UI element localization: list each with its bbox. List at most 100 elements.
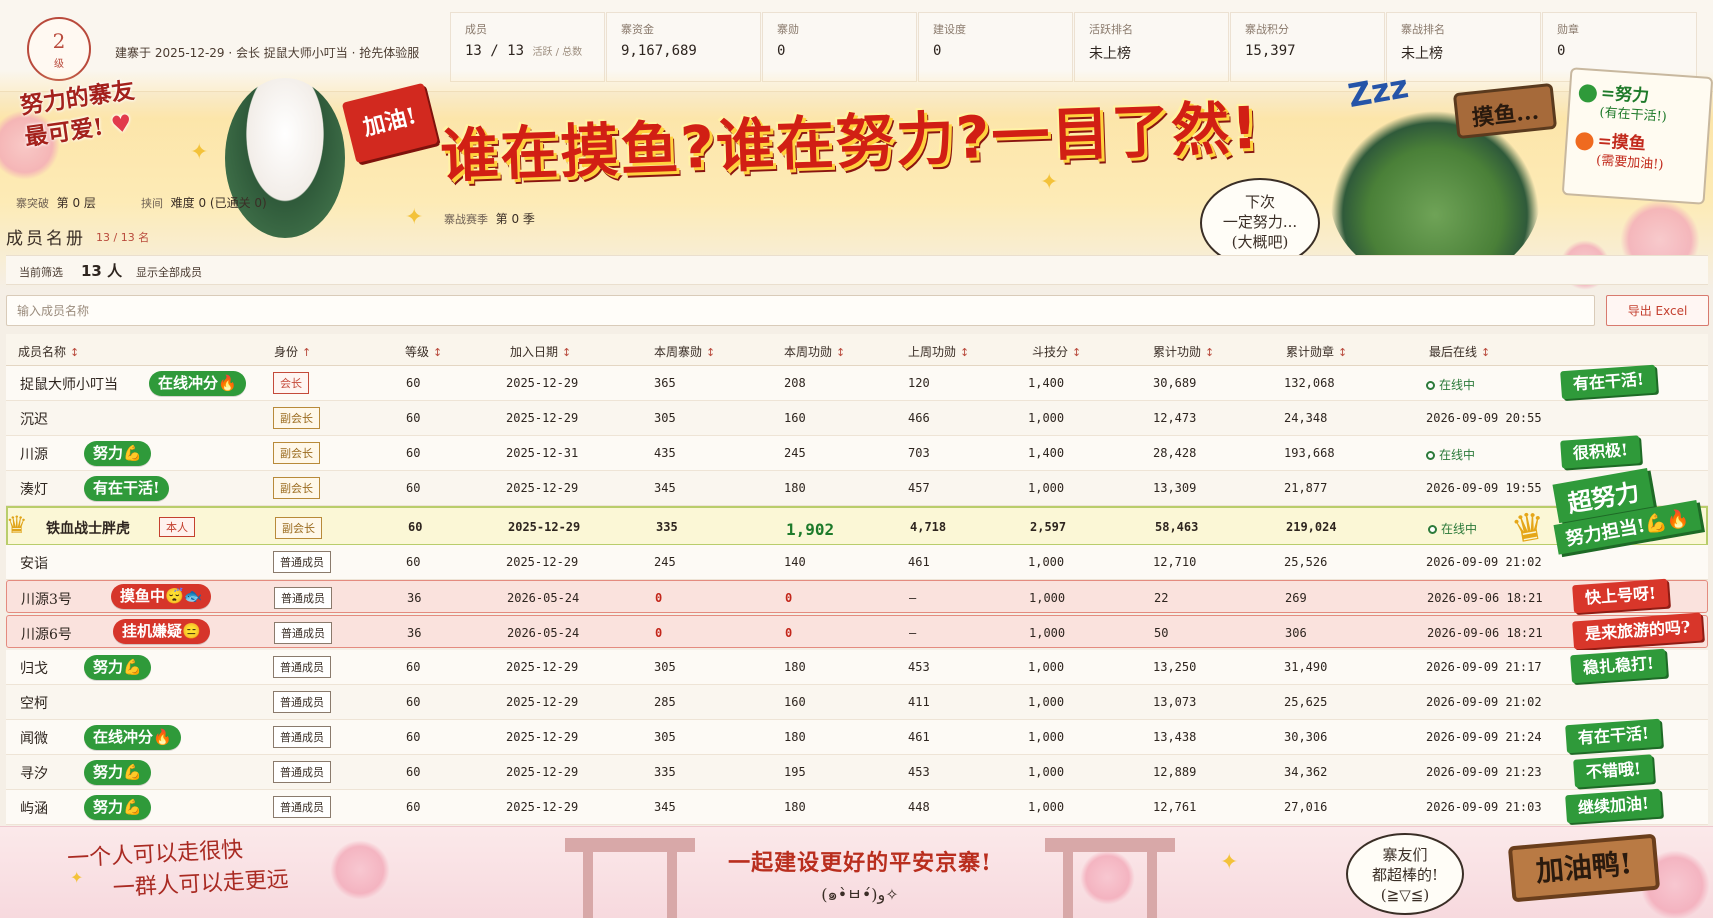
column-header-total-merit[interactable]: 累计功勋 ↕ bbox=[1153, 343, 1214, 360]
table-row[interactable]: 闻微 在线冲分🔥 普通成员 60 2025-12-29 305 180 461 … bbox=[6, 718, 1708, 755]
column-header-role[interactable]: 身份 ↑ bbox=[274, 343, 311, 360]
last-week-merit: 411 bbox=[908, 695, 930, 709]
week-honor: 285 bbox=[654, 695, 676, 709]
export-excel-button[interactable]: 导出 Excel bbox=[1606, 295, 1709, 326]
role-badge: 普通成员 bbox=[273, 656, 331, 678]
comment-sticker: 快上号呀! bbox=[1572, 578, 1669, 614]
last-week-merit: 457 bbox=[908, 481, 930, 495]
show-all-members-link[interactable]: 显示全部成员 bbox=[136, 264, 202, 280]
member-table: 成员名称 ↕ 身份 ↑ 等级 ↕ 加入日期 ↕ 本周寨勋 ↕ 本周功勋 ↕ 上周功勋 ↕ 斗技… bbox=[6, 334, 1708, 825]
column-header-week-honor[interactable]: 本周寨勋 ↕ bbox=[654, 343, 715, 360]
stat-value: 未上榜 bbox=[1401, 46, 1443, 62]
table-row[interactable]: 沉迟 副会长 60 2025-12-29 305 160 466 1,000 1… bbox=[6, 401, 1708, 436]
total-merit: 12,889 bbox=[1153, 765, 1197, 779]
total-medals: 27,016 bbox=[1284, 800, 1328, 814]
table-row[interactable]: 捉鼠大师小叮当 在线冲分🔥 会长 60 2025-12-29 365 208 1… bbox=[6, 364, 1708, 401]
table-row[interactable]: 川源 努力💪 副会长 60 2025-12-31 435 245 703 1,4… bbox=[6, 435, 1708, 471]
stat-label: 寨战积分 bbox=[1245, 23, 1289, 36]
member-name: 安诣 bbox=[20, 556, 48, 572]
member-level: 60 bbox=[406, 411, 421, 425]
challenge-info: 挟间 难度 0 (已通关 0) bbox=[141, 194, 267, 211]
column-header-total-medals[interactable]: 累计勋章 ↕ bbox=[1286, 343, 1347, 360]
stat-value: 15,397 bbox=[1245, 43, 1296, 59]
table-row[interactable]: 屿涵 努力💪 普通成员 60 2025-12-29 345 180 448 1,… bbox=[6, 788, 1708, 825]
status-tag: 在线冲分🔥 bbox=[149, 371, 246, 396]
member-level: 60 bbox=[406, 730, 421, 744]
last-week-merit: 703 bbox=[908, 446, 930, 460]
column-header-join-date[interactable]: 加入日期 ↕ bbox=[510, 343, 571, 360]
total-medals: 25,526 bbox=[1284, 555, 1328, 569]
sakura-decoration bbox=[330, 840, 390, 900]
sparkle-icon: ✦ bbox=[70, 868, 84, 887]
online-status: 在线中 bbox=[1428, 520, 1477, 537]
season-label: 寨战赛季 bbox=[444, 213, 488, 226]
week-honor: 345 bbox=[654, 800, 676, 814]
duel-score: 1,000 bbox=[1028, 411, 1065, 425]
column-header-last-online[interactable]: 最后在线 ↕ bbox=[1429, 343, 1490, 360]
total-medals: 31,490 bbox=[1284, 660, 1328, 674]
role-badge: 普通成员 bbox=[273, 551, 331, 573]
table-row-slacking[interactable]: 川源6号 挂机嫌疑😑 普通成员 36 2026-05-24 0 0 — 1,00… bbox=[6, 612, 1708, 650]
online-dot-icon bbox=[1428, 525, 1437, 534]
table-row[interactable]: 归戈 努力💪 普通成员 60 2025-12-29 305 180 453 1,… bbox=[6, 648, 1708, 685]
sort-icon: ↕ bbox=[433, 346, 443, 359]
role-badge: 普通成员 bbox=[273, 691, 331, 713]
sparkle-icon: ✦ bbox=[1220, 850, 1239, 875]
status-tag: 在线冲分🔥 bbox=[84, 725, 181, 750]
week-merit: 180 bbox=[784, 800, 806, 814]
legend-green: =努力 (有在干活!) bbox=[1577, 82, 1702, 130]
table-row[interactable]: 寻汐 努力💪 普通成员 60 2025-12-29 335 195 453 1,… bbox=[6, 754, 1708, 790]
member-search-input[interactable] bbox=[6, 295, 1595, 326]
torii-gate-icon bbox=[565, 838, 695, 918]
crown-icon: ♛ bbox=[6, 511, 28, 539]
challenge-label: 挟间 bbox=[141, 197, 163, 210]
join-date: 2025-12-29 bbox=[506, 765, 579, 779]
member-name: 川源 bbox=[20, 447, 48, 463]
legend-green-sub: (有在干活!) bbox=[1599, 105, 1668, 125]
column-label: 身份 bbox=[274, 345, 299, 359]
stat-label: 勋章 bbox=[1557, 23, 1579, 36]
self-badge: 本人 bbox=[159, 517, 195, 537]
column-header-name[interactable]: 成员名称 ↕ bbox=[18, 343, 79, 360]
column-header-level[interactable]: 等级 ↕ bbox=[405, 343, 442, 360]
total-medals: 193,668 bbox=[1284, 446, 1335, 460]
total-medals: 269 bbox=[1285, 591, 1307, 605]
stat-value: 未上榜 bbox=[1089, 46, 1131, 62]
table-row[interactable]: 安诣 普通成员 60 2025-12-29 245 140 461 1,000 … bbox=[6, 545, 1708, 580]
join-date: 2025-12-29 bbox=[506, 411, 579, 425]
column-header-week-merit[interactable]: 本周功勋 ↕ bbox=[784, 343, 845, 360]
table-row-slacking[interactable]: 川源3号 摸鱼中😴🐟 普通成员 36 2026-05-24 0 0 — 1,00… bbox=[6, 578, 1708, 614]
week-honor: 0 bbox=[655, 591, 663, 605]
column-header-duel-score[interactable]: 斗技分 ↕ bbox=[1032, 343, 1081, 360]
column-label: 成员名称 bbox=[18, 345, 67, 359]
stat-value: 13 / 13 活跃 / 总数 bbox=[465, 43, 590, 59]
week-merit: 0 bbox=[785, 626, 793, 640]
total-merit: 12,761 bbox=[1153, 800, 1197, 814]
roster-title: 成员名册 bbox=[6, 229, 86, 249]
status-tag: 努力💪 bbox=[84, 655, 151, 680]
comment-sticker: 有在干活! bbox=[1565, 718, 1662, 754]
column-label: 累计勋章 bbox=[1286, 345, 1335, 359]
total-medals: 30,306 bbox=[1284, 730, 1328, 744]
column-label: 斗技分 bbox=[1032, 345, 1069, 359]
duel-score: 1,000 bbox=[1028, 730, 1065, 744]
guild-level: 2 bbox=[52, 29, 66, 53]
roster-count: 13 / 13 名 bbox=[96, 231, 150, 244]
comment-sticker: 很积极! bbox=[1560, 435, 1641, 469]
table-row[interactable]: 空柯 普通成员 60 2025-12-29 285 160 411 1,000 … bbox=[6, 685, 1708, 720]
week-honor: 245 bbox=[654, 555, 676, 569]
member-level: 60 bbox=[406, 660, 421, 674]
role-badge: 副会长 bbox=[273, 477, 320, 499]
sort-icon: ↑ bbox=[302, 346, 312, 359]
footer-center-message: 一起建设更好的平安京寨! (๑•̀ㅂ•́)و✧ bbox=[700, 845, 1020, 908]
last-online: 2026-09-09 21:03 bbox=[1426, 800, 1542, 814]
member-name: 闻微 bbox=[20, 731, 48, 747]
stat-label: 寨战排名 bbox=[1401, 23, 1445, 36]
column-header-last-week-merit[interactable]: 上周功勋 ↕ bbox=[908, 343, 969, 360]
duel-score: 1,000 bbox=[1028, 555, 1065, 569]
status-tag: 有在干活! bbox=[84, 476, 169, 501]
week-merit: 180 bbox=[784, 660, 806, 674]
table-row[interactable]: 湊灯 有在干活! 副会长 60 2025-12-29 345 180 457 1… bbox=[6, 471, 1708, 506]
table-row-self[interactable]: ♛ 铁血战士胖虎 本人 副会长 60 2025-12-29 335 1,902 … bbox=[6, 506, 1708, 546]
week-honor: 365 bbox=[654, 376, 676, 390]
